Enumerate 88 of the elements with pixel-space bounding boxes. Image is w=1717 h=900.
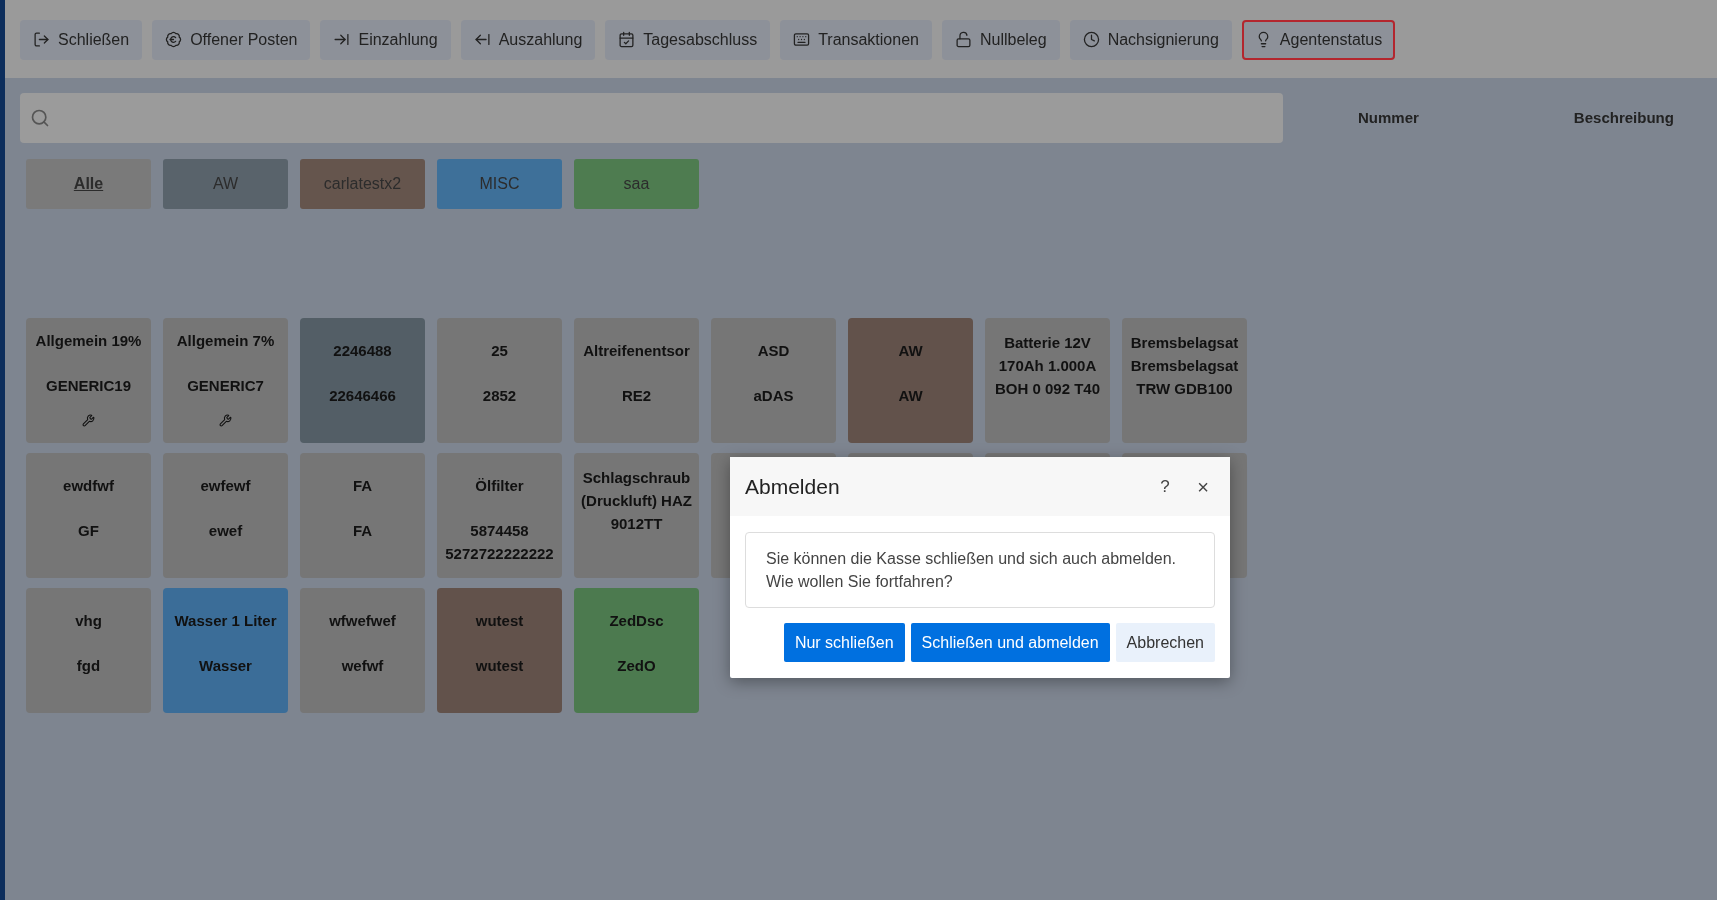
category-chip[interactable]: saa bbox=[574, 159, 699, 209]
toolbar-button[interactable]: Einzahlung bbox=[320, 19, 451, 60]
search-icon bbox=[30, 108, 50, 128]
dialog-button[interactable]: Abbrechen bbox=[1115, 623, 1215, 662]
tile-label: Batterie 12V 170Ah 1.000A BOH 0 092 T40 bbox=[993, 333, 1102, 399]
product-tile[interactable]: 2246488 22646466 bbox=[300, 318, 425, 443]
tile-label: Wasser 1 Liter bbox=[173, 611, 278, 631]
tile-label: Bremsbelagsat Bremsbelagsat TRW GDB100 bbox=[1129, 333, 1240, 399]
wrench-icon bbox=[219, 414, 232, 427]
category-chip[interactable]: Alle bbox=[26, 159, 151, 209]
dialog-message: Sie können die Kasse schließen und sich auch abmelden. Wie wollen Sie fortfahren? bbox=[766, 549, 1178, 592]
tile-label: 5874458 5272722222222 bbox=[444, 521, 555, 564]
tile-label: GENERIC7 bbox=[186, 376, 265, 396]
toolbar-button[interactable]: Nachsignierung bbox=[1069, 19, 1232, 60]
tile-label: RE2 bbox=[620, 386, 653, 406]
tile-label: wfwefwef bbox=[328, 611, 397, 631]
tile-label: ASD bbox=[756, 341, 791, 361]
product-tile[interactable]: Allgemein 7% GENERIC7 bbox=[163, 318, 288, 443]
arrow-in-icon bbox=[333, 31, 351, 48]
tile-label: vhg bbox=[74, 611, 103, 631]
logout-icon bbox=[33, 31, 50, 48]
column-header: Beschreibung bbox=[1573, 107, 1674, 128]
clock-icon bbox=[1082, 31, 1100, 48]
toolbar-button[interactable]: Offener Posten bbox=[152, 19, 311, 60]
tile-label: GENERIC19 bbox=[45, 376, 132, 396]
product-tile[interactable]: Allgemein 19% GENERIC19 bbox=[26, 318, 151, 443]
unlock-icon bbox=[954, 31, 972, 48]
tile-label: 25 bbox=[490, 341, 509, 361]
tile-label: Altreifenentsor bbox=[582, 341, 691, 361]
product-tile[interactable]: FA FA bbox=[300, 453, 425, 578]
tile-label: ZedO bbox=[616, 656, 657, 676]
search-field[interactable] bbox=[20, 93, 1283, 143]
toolbar-button[interactable]: Transaktionen bbox=[780, 19, 932, 60]
product-tile[interactable]: ewfewf ewef bbox=[163, 453, 288, 578]
product-tile[interactable]: AW AW bbox=[848, 318, 973, 443]
toolbar-button[interactable]: Schließen bbox=[20, 19, 143, 60]
wrench-icon bbox=[82, 414, 95, 427]
tile-label: AW bbox=[897, 386, 924, 406]
tile-label: aDAS bbox=[752, 386, 795, 406]
toolbar-button[interactable]: Auszahlung bbox=[460, 19, 596, 60]
keyboard-icon bbox=[793, 31, 811, 48]
tile-label: ewdfwf bbox=[62, 476, 115, 496]
tile-label: Allgemein 19% bbox=[34, 331, 143, 351]
product-tile[interactable]: Ölfilter 5874458 5272722222222 bbox=[437, 453, 562, 578]
category-chip[interactable]: MISC bbox=[437, 159, 562, 209]
tile-label: wefwf bbox=[340, 656, 385, 676]
product-tile[interactable]: Altreifenentsor RE2 bbox=[574, 318, 699, 443]
product-tile[interactable]: 25 2852 bbox=[437, 318, 562, 443]
dialog-button[interactable]: Schließen und abmelden bbox=[910, 623, 1110, 662]
tile-label: Allgemein 7% bbox=[175, 331, 276, 351]
product-tile[interactable]: Batterie 12V 170Ah 1.000A BOH 0 092 T40 bbox=[985, 318, 1110, 443]
toolbar-button[interactable]: Agentenstatus bbox=[1241, 19, 1396, 60]
toolbar-button[interactable]: Tagesabschluss bbox=[605, 19, 771, 60]
product-tile[interactable]: ewdfwf GF bbox=[26, 453, 151, 578]
arrow-out-icon bbox=[473, 31, 491, 48]
calendar-check-icon bbox=[618, 31, 636, 48]
tile-label: 2246488 bbox=[332, 341, 393, 361]
tile-label: FA bbox=[351, 521, 374, 541]
dialog-title: Abmelden bbox=[745, 473, 841, 500]
tile-label: wutest bbox=[474, 611, 525, 631]
category-chip[interactable]: AW bbox=[163, 159, 288, 209]
tile-label: ZedDsc bbox=[608, 611, 665, 631]
euro-badge-icon bbox=[165, 31, 183, 48]
tile-label: AW bbox=[897, 341, 924, 361]
tile-label: 22646466 bbox=[328, 386, 397, 406]
column-header: Nummer bbox=[1358, 107, 1419, 128]
tile-label: ewfewf bbox=[199, 476, 252, 496]
product-tile[interactable]: ZedDsc ZedO bbox=[574, 588, 699, 713]
tile-label: fgd bbox=[75, 656, 102, 676]
tile-label: Ölfilter bbox=[474, 476, 525, 496]
tile-label: wutest bbox=[474, 656, 525, 676]
product-tile[interactable]: wfwefwef wefwf bbox=[300, 588, 425, 713]
toolbar-button[interactable]: Nullbeleg bbox=[941, 19, 1060, 60]
product-tile[interactable]: Schlagschraub (Druckluft) HAZ 9012TT bbox=[574, 453, 699, 578]
dialog-button[interactable]: Nur schließen bbox=[783, 623, 905, 662]
tile-label: ewef bbox=[207, 521, 244, 541]
product-tile[interactable]: Bremsbelagsat Bremsbelagsat TRW GDB100 bbox=[1122, 318, 1247, 443]
tile-label: Schlagschraub (Druckluft) HAZ 9012TT bbox=[580, 468, 693, 534]
tile-label: 2852 bbox=[481, 386, 518, 406]
tile-label: Wasser bbox=[198, 656, 253, 676]
product-tile[interactable]: Wasser 1 Liter Wasser bbox=[163, 588, 288, 713]
tile-label: GF bbox=[77, 521, 100, 541]
tile-label: FA bbox=[351, 476, 374, 496]
product-tile[interactable]: wutest wutest bbox=[437, 588, 562, 713]
help-button[interactable]: ? bbox=[1155, 473, 1175, 500]
close-button[interactable]: × bbox=[1193, 471, 1213, 502]
product-tile[interactable]: vhg fgd bbox=[26, 588, 151, 713]
product-tile[interactable]: ASD aDAS bbox=[711, 318, 836, 443]
